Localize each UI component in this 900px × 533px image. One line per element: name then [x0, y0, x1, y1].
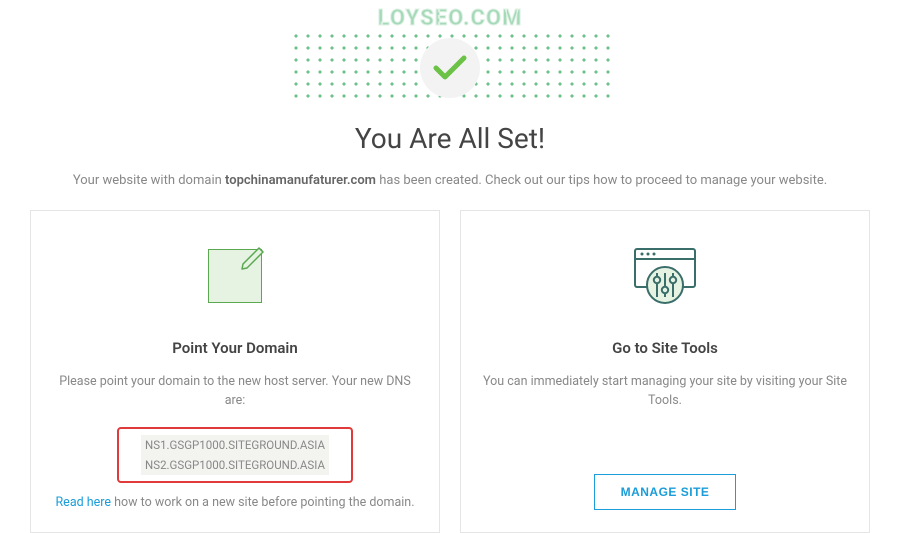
- card-icon-wrap: [208, 239, 262, 313]
- page-title: You Are All Set!: [0, 122, 900, 155]
- cards-row: Point Your Domain Please point your doma…: [0, 188, 900, 533]
- site-tools-icon: [630, 245, 700, 307]
- read-here-line: Read here how to work on a new site befo…: [55, 495, 414, 510]
- dots-background: [290, 30, 610, 100]
- subtitle-prefix: Your website with domain: [73, 173, 225, 188]
- manage-site-button[interactable]: MANAGE SITE: [594, 474, 737, 510]
- dns-highlight-box: NS1.GSGP1000.SITEGROUND.ASIA NS2.GSGP100…: [117, 427, 353, 484]
- dns-line-2: NS2.GSGP1000.SITEGROUND.ASIA: [141, 455, 329, 475]
- read-here-suffix: how to work on a new site before pointin…: [111, 495, 414, 510]
- read-here-link[interactable]: Read here: [55, 495, 111, 510]
- subtitle-domain: topchinamanufaturer.com: [225, 173, 376, 188]
- note-icon: [208, 249, 262, 303]
- card-right-text: You can immediately start managing your …: [483, 373, 847, 411]
- card-left-title: Point Your Domain: [172, 339, 297, 357]
- success-circle: [420, 38, 480, 98]
- card-point-domain: Point Your Domain Please point your doma…: [30, 210, 440, 533]
- card-right-title: Go to Site Tools: [612, 339, 718, 357]
- card-site-tools: Go to Site Tools You can immediately sta…: [460, 210, 870, 533]
- dns-line-1: NS1.GSGP1000.SITEGROUND.ASIA: [141, 435, 329, 455]
- subtitle-suffix: has been created. Check out our tips how…: [376, 173, 827, 188]
- watermark-text: LOYSEO.COM: [378, 6, 523, 31]
- pencil-icon: [239, 242, 269, 272]
- card-icon-wrap: [630, 239, 700, 313]
- card-left-text: Please point your domain to the new host…: [53, 373, 417, 411]
- check-icon: [433, 55, 467, 81]
- page-subtitle: Your website with domain topchinamanufat…: [0, 173, 900, 188]
